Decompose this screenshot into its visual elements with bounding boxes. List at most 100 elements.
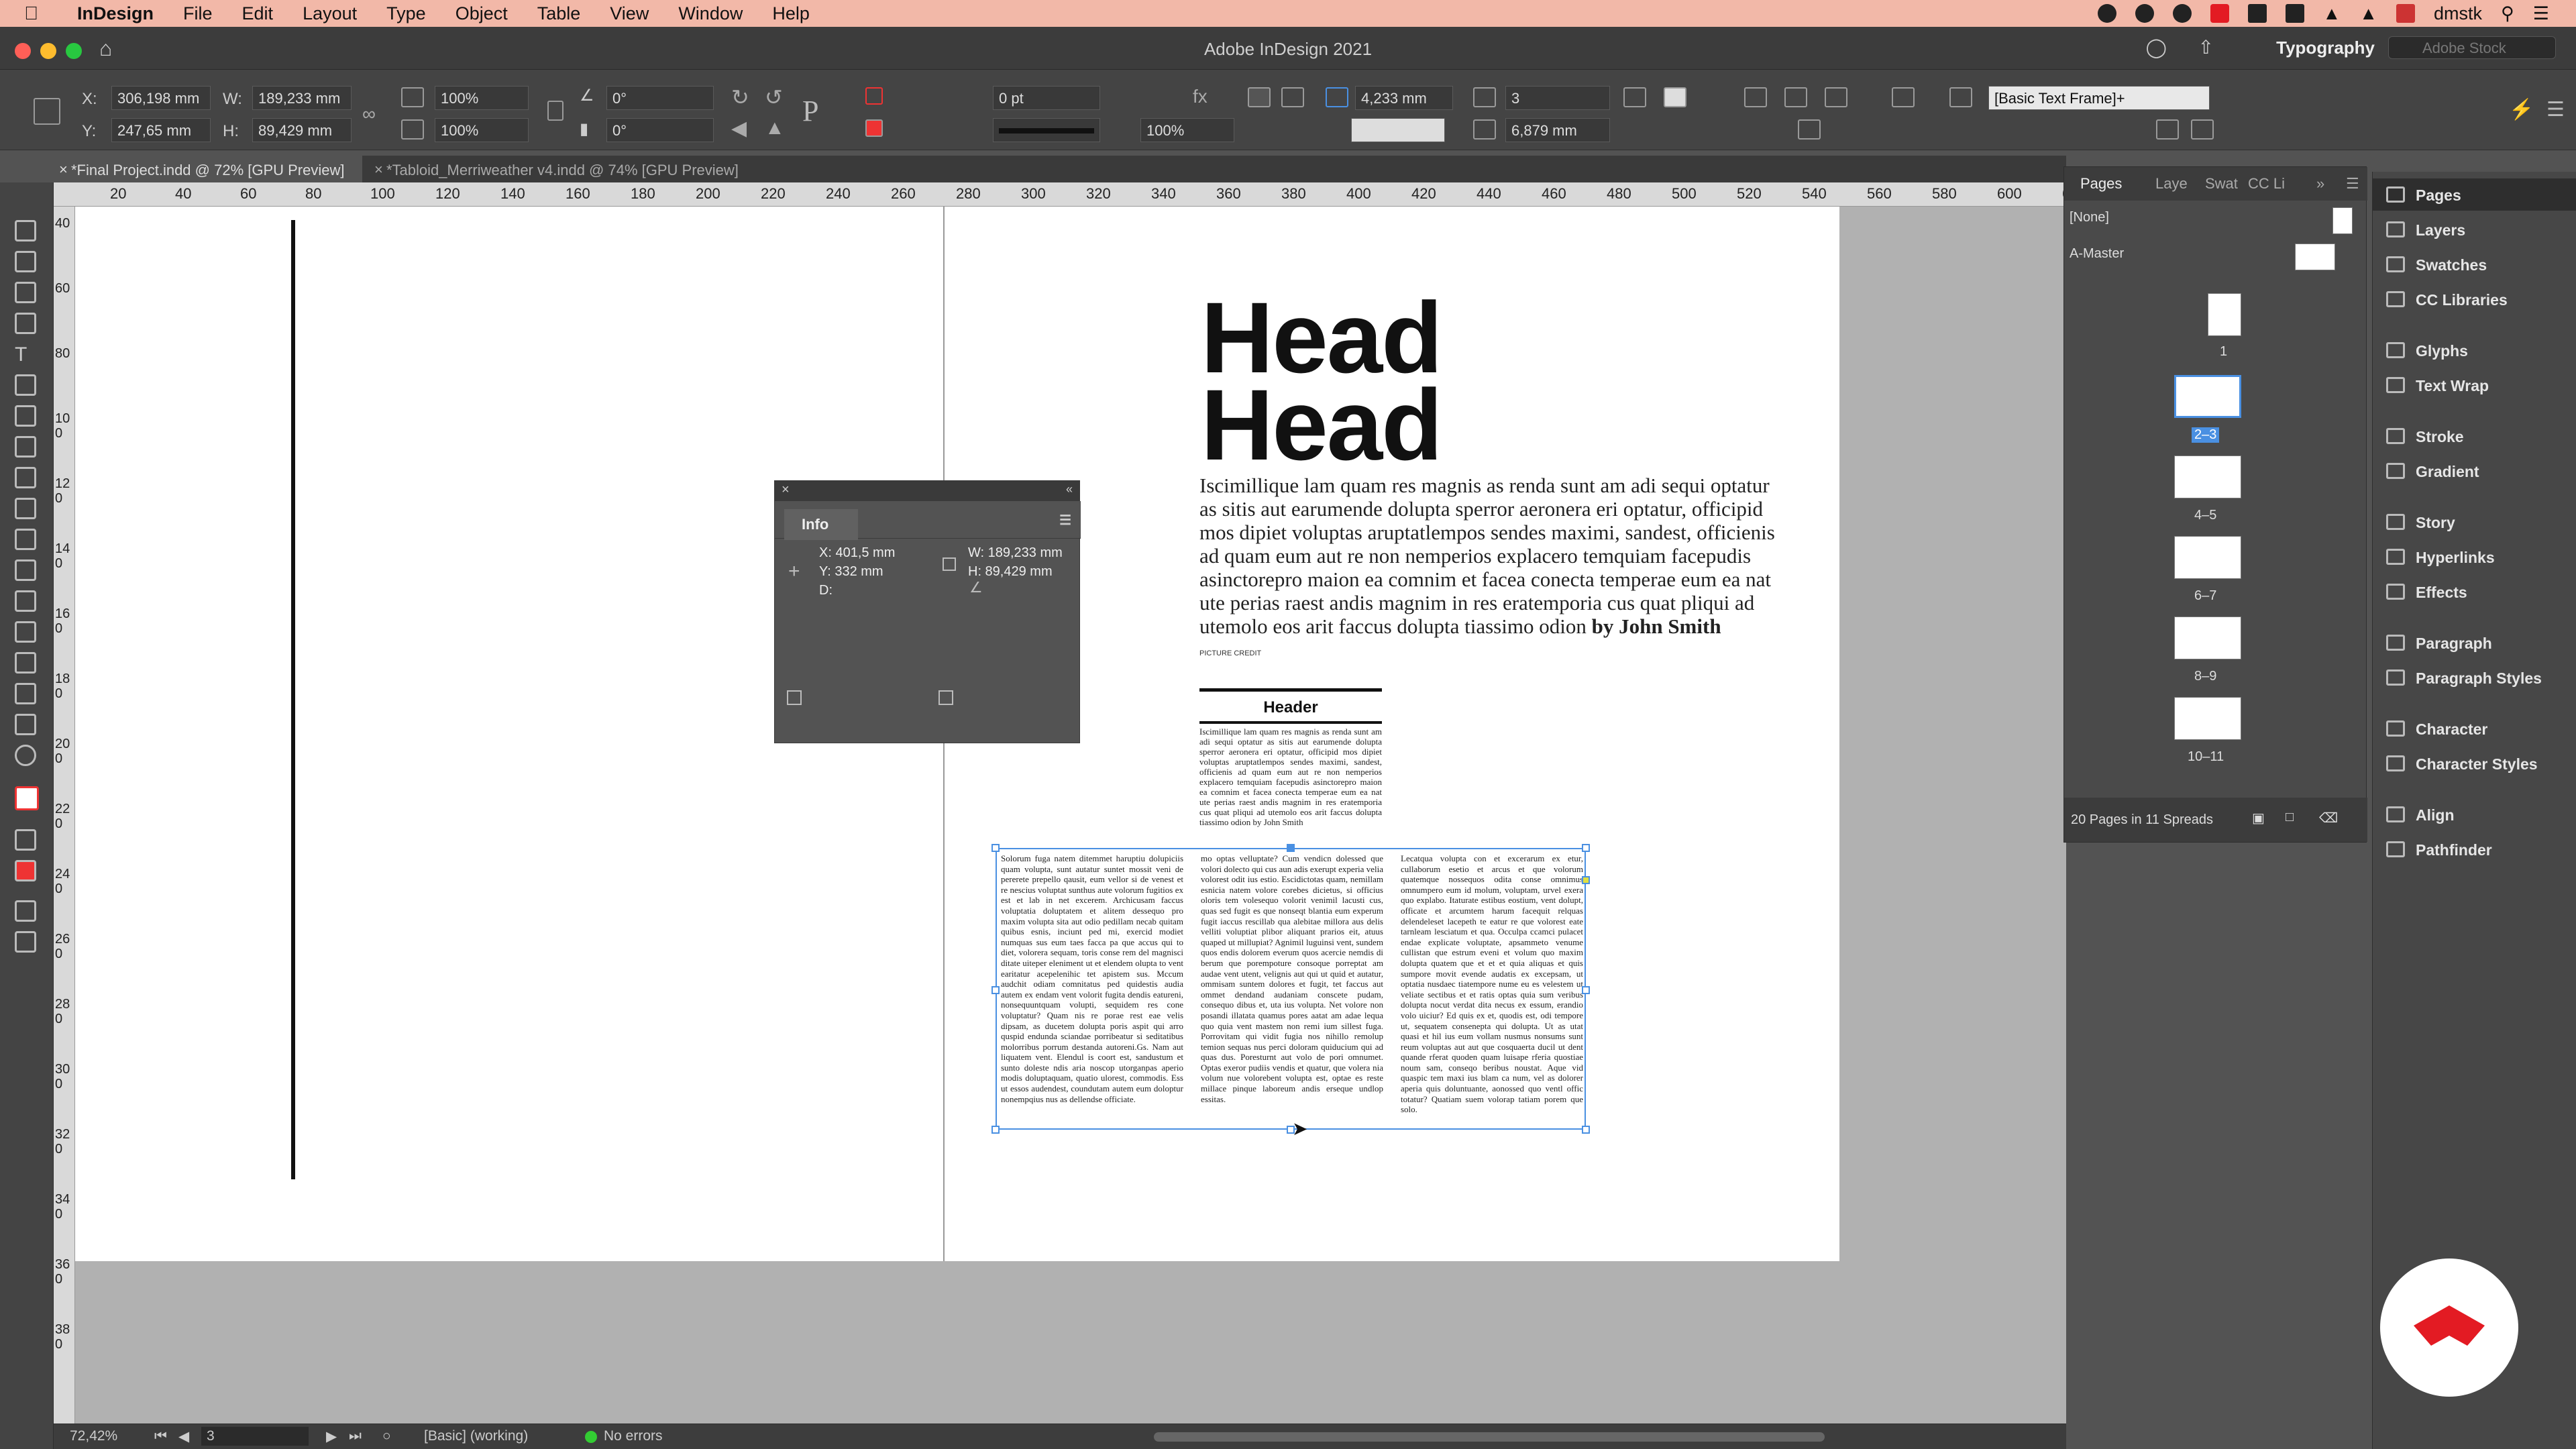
- spread-thumbnail[interactable]: [2174, 697, 2241, 740]
- screen-mode-icon[interactable]: [15, 900, 36, 922]
- page-size-icon[interactable]: ▣: [2252, 810, 2265, 826]
- resize-handle[interactable]: [991, 986, 1000, 994]
- resize-handle[interactable]: [1582, 844, 1590, 852]
- last-page-icon[interactable]: ⏭: [349, 1428, 362, 1444]
- panel-menu-icon[interactable]: ☰: [2546, 98, 2565, 121]
- zoom-tool-icon[interactable]: [15, 745, 36, 766]
- direct-selection-tool-icon[interactable]: [15, 220, 36, 241]
- dock-glyphs[interactable]: Glyphs: [2373, 334, 2576, 366]
- selected-text-frame[interactable]: Solorum fuga natem ditemmet haruptiu dol…: [991, 844, 1590, 1139]
- dock-swatches[interactable]: Swatches: [2373, 248, 2576, 280]
- vertical-ruler[interactable]: 40 60 80 100 120 140 160 180 200 220 240 260 280 300 3…: [54, 207, 75, 1428]
- none-thumbnail[interactable]: [2332, 207, 2353, 234]
- shear-field[interactable]: 0°: [606, 118, 714, 142]
- quick-apply-icon[interactable]: [2156, 119, 2179, 140]
- next-page-icon[interactable]: ▶: [326, 1428, 337, 1445]
- align-hcenter-icon[interactable]: [1784, 87, 1807, 107]
- height-field[interactable]: 89,429 mm: [252, 118, 352, 142]
- info-panel[interactable]: × « Info ☰ + X: 401,5 mm Y: 332 mm D: W:…: [774, 480, 1081, 743]
- reference-point-icon[interactable]: [34, 98, 60, 125]
- tab-tabloid[interactable]: × *Tabloid_Merriweather v4.indd @ 74% [G…: [369, 156, 745, 182]
- horizontal-ruler[interactable]: 20 40 60 80 100 120 140 160 180 200 220 240 260 280 30…: [54, 182, 2152, 207]
- info-tab[interactable]: Info: [784, 509, 858, 540]
- sync-icon[interactable]: [2172, 4, 2192, 23]
- align-left-edges-icon[interactable]: [1744, 87, 1767, 107]
- free-transform-tool-icon[interactable]: [15, 559, 36, 581]
- selection-tool-icon[interactable]: [15, 189, 36, 211]
- resize-handle[interactable]: [991, 1126, 1000, 1134]
- auto-size-icon[interactable]: [1326, 87, 1348, 107]
- columns-field[interactable]: 3: [1505, 86, 1610, 110]
- preflight-icon[interactable]: ○: [382, 1428, 391, 1444]
- resize-handle[interactable]: [991, 844, 1000, 852]
- control-center-icon[interactable]: ☰: [2533, 3, 2549, 24]
- pages-panel[interactable]: Pages Laye Swat CC Li » ☰ [None] A-Maste…: [2063, 166, 2367, 843]
- corner-options-handle[interactable]: [1582, 876, 1590, 884]
- constrain-proportions-icon[interactable]: ∞: [362, 103, 376, 125]
- dock-paragraph[interactable]: Paragraph: [2373, 627, 2576, 659]
- stroke-color-dropdown[interactable]: [1351, 118, 1445, 142]
- fx-icon[interactable]: fx: [1193, 86, 1208, 107]
- adobe-stock-search[interactable]: Adobe Stock: [2388, 36, 2556, 59]
- apply-none-icon[interactable]: [15, 860, 36, 881]
- paragraph-icon[interactable]: P: [802, 94, 818, 128]
- user-name[interactable]: dmstk: [2434, 3, 2482, 24]
- menu-file[interactable]: File: [183, 3, 213, 24]
- info-panel-titlebar[interactable]: × «: [775, 481, 1079, 501]
- spread-thumbnail[interactable]: [2174, 455, 2241, 498]
- pencil-tool-icon[interactable]: [15, 436, 36, 458]
- search-icon[interactable]: ⚲: [2501, 3, 2514, 24]
- spread-thumbnail[interactable]: [2174, 616, 2241, 659]
- fill-stroke-icon[interactable]: [15, 786, 39, 810]
- align-right-edges-icon[interactable]: [1825, 87, 1847, 107]
- menu-help[interactable]: Help: [772, 3, 810, 24]
- scale-y-field[interactable]: 100%: [435, 118, 529, 142]
- align-vtop-icon[interactable]: [1892, 87, 1915, 107]
- menu-table[interactable]: Table: [537, 3, 581, 24]
- page-number-field[interactable]: 3: [201, 1427, 309, 1446]
- flag-icon[interactable]: [2396, 4, 2415, 23]
- wifi-icon[interactable]: ▲: [2323, 3, 2341, 24]
- line-tool-icon[interactable]: [15, 374, 36, 396]
- menu-edit[interactable]: Edit: [242, 3, 274, 24]
- vertical-rule[interactable]: [291, 220, 295, 1179]
- formatting-affects-icon[interactable]: [15, 829, 36, 851]
- intro-paragraph[interactable]: Iscimillique lam quam res magnis as rend…: [1199, 474, 1783, 638]
- sidebar-box[interactable]: Header Iscimillique lam quam res magnis …: [1199, 688, 1382, 827]
- flip-vertical-icon[interactable]: ▲: [765, 117, 785, 140]
- dock-align[interactable]: Align: [2373, 798, 2576, 830]
- scissors-tool-icon[interactable]: [15, 529, 36, 550]
- collapse-panel-icon[interactable]: «: [1066, 482, 1073, 496]
- dock-layers[interactable]: Layers: [2373, 213, 2576, 246]
- panel-menu-icon[interactable]: ☰: [1059, 512, 1071, 529]
- y-field[interactable]: 247,65 mm: [111, 118, 211, 142]
- stroke-weight-field[interactable]: 0 pt: [993, 86, 1100, 110]
- delete-page-icon[interactable]: ⌫: [2319, 810, 2338, 826]
- dock-gradient[interactable]: Gradient: [2373, 455, 2576, 487]
- resize-handle[interactable]: [1582, 1126, 1590, 1134]
- lightning-icon[interactable]: ⚡: [2509, 98, 2534, 121]
- display-icon[interactable]: [2247, 4, 2267, 23]
- gradient-feather-tool-icon[interactable]: [15, 621, 36, 643]
- column-width-field[interactable]: 6,879 mm: [1505, 118, 1610, 142]
- menu-type[interactable]: Type: [386, 3, 426, 24]
- menu-window[interactable]: Window: [678, 3, 743, 24]
- dock-story[interactable]: Story: [2373, 506, 2576, 538]
- prev-page-icon[interactable]: ◀: [178, 1428, 189, 1445]
- menu-object[interactable]: Object: [455, 3, 508, 24]
- preflight-profile[interactable]: [Basic] (working): [424, 1428, 528, 1444]
- share-icon[interactable]: ⇧: [2198, 36, 2214, 58]
- note-tool-icon[interactable]: [15, 652, 36, 674]
- tab-cc-libraries[interactable]: CC Li: [2248, 175, 2285, 193]
- close-tab-icon[interactable]: ×: [374, 161, 383, 178]
- stroke-swatch[interactable]: [865, 119, 883, 137]
- dock-stroke[interactable]: Stroke: [2373, 420, 2576, 452]
- rotation-field[interactable]: 0°: [606, 86, 714, 110]
- dock-cc-libraries[interactable]: CC Libraries: [2373, 283, 2576, 315]
- text-frame-options-icon[interactable]: [1623, 87, 1646, 107]
- a-master-thumbnail[interactable]: [2295, 244, 2335, 270]
- workspace-switcher[interactable]: Typography: [2276, 38, 2375, 58]
- lightbulb-icon[interactable]: ◯: [2146, 36, 2167, 58]
- rectangle-frame-tool-icon[interactable]: [15, 467, 36, 488]
- app-tray-icon[interactable]: [2210, 4, 2229, 23]
